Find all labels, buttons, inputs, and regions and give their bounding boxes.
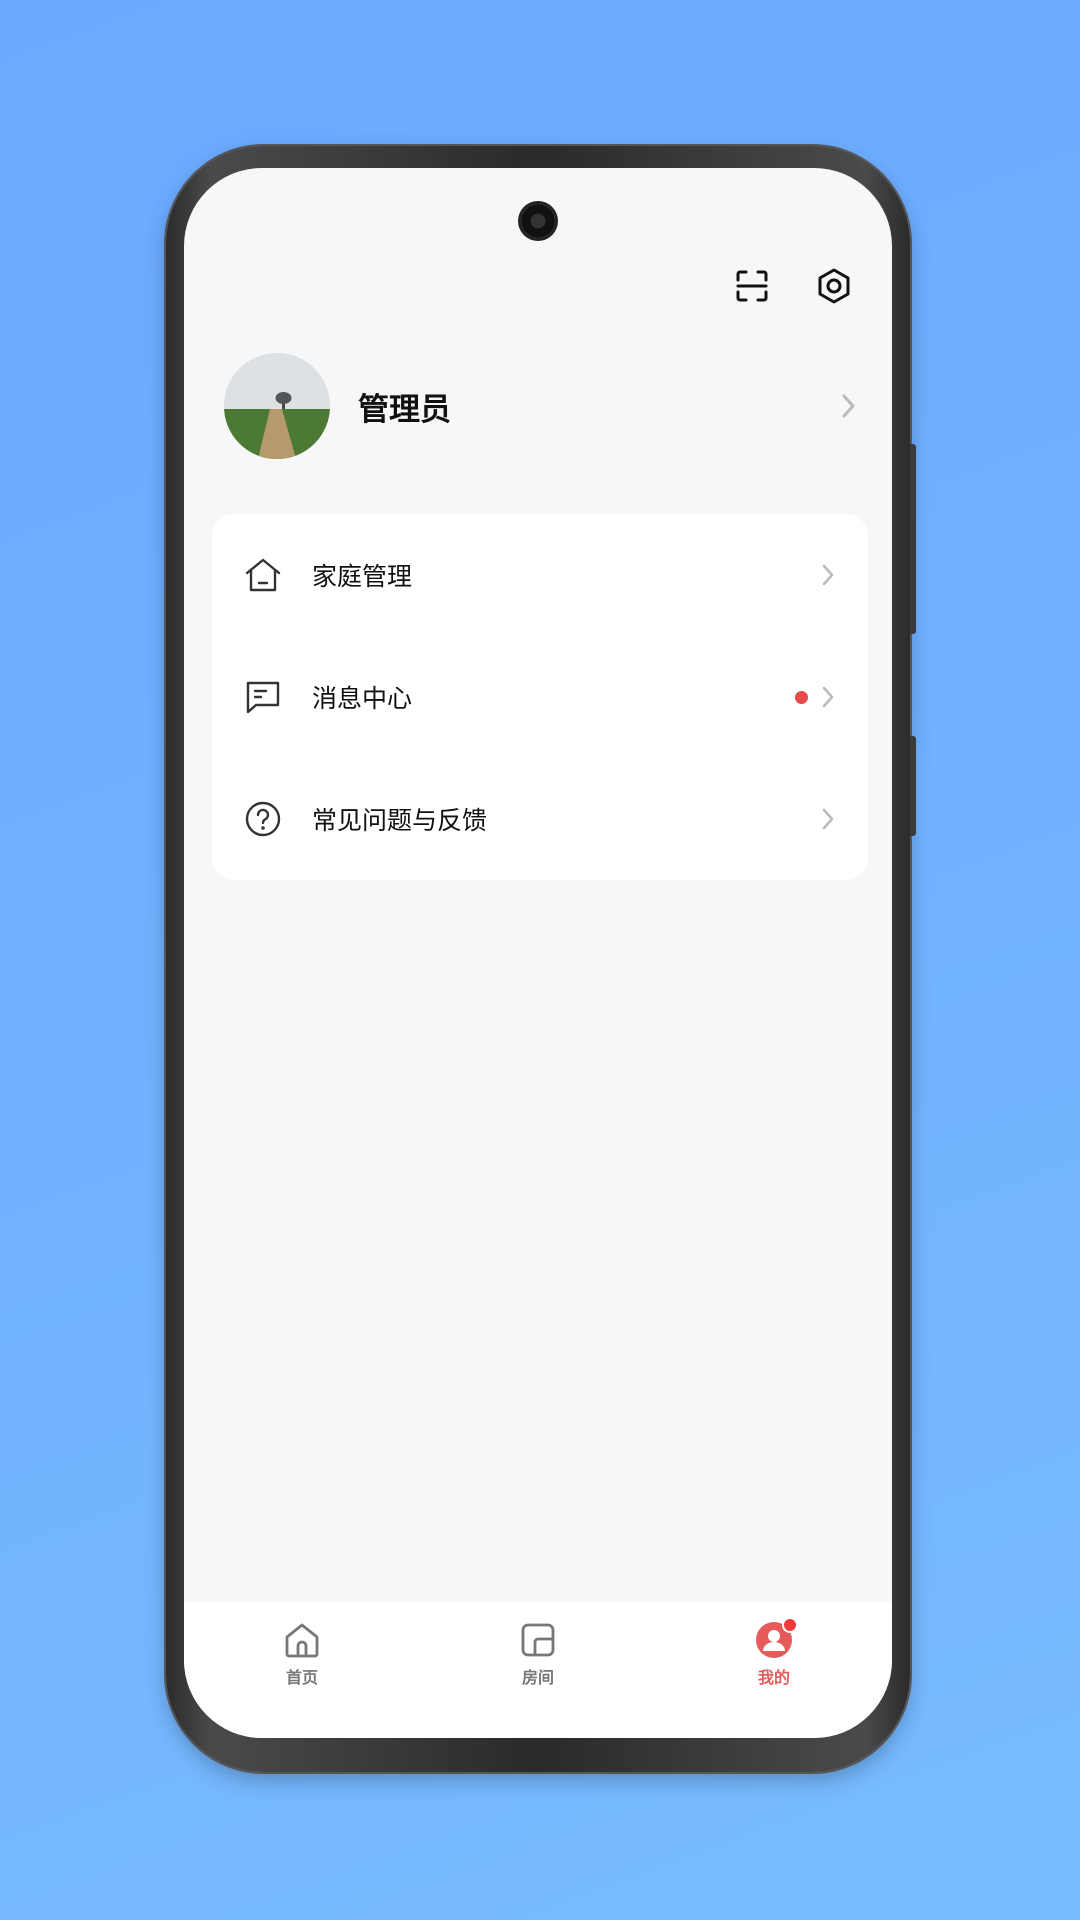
avatar[interactable] bbox=[224, 353, 330, 459]
top-actions bbox=[734, 268, 852, 304]
room-tab-icon bbox=[521, 1623, 555, 1657]
tab-badge bbox=[782, 1617, 798, 1633]
home-tab-icon bbox=[285, 1623, 319, 1658]
message-icon bbox=[246, 681, 280, 714]
phone-frame: 管理员 家庭管理 消息中心 常见问题与反馈 首页 房间 我的 bbox=[166, 146, 916, 1772]
chevron-right-icon bbox=[842, 394, 855, 418]
tab-home[interactable]: 首页 bbox=[184, 1602, 420, 1738]
profile-row[interactable]: 管理员 bbox=[224, 352, 858, 460]
scan-button[interactable] bbox=[734, 268, 770, 304]
tab-label-room: 房间 bbox=[521, 1668, 554, 1687]
bottom-tab-bar: 首页 房间 我的 bbox=[184, 1602, 892, 1738]
settings-icon bbox=[818, 268, 850, 304]
avatar-image bbox=[224, 353, 330, 459]
front-camera bbox=[521, 204, 555, 238]
chevron-right-icon bbox=[822, 686, 834, 708]
profile-name: 管理员 bbox=[358, 391, 451, 428]
volume-button bbox=[910, 736, 916, 836]
chevron-right-icon bbox=[822, 564, 834, 586]
tab-mine[interactable]: 我的 bbox=[656, 1602, 892, 1738]
scan-icon bbox=[736, 270, 768, 302]
tab-label-mine: 我的 bbox=[757, 1668, 790, 1687]
menu-item-family-management[interactable]: 家庭管理 bbox=[212, 514, 868, 636]
chevron-right-icon bbox=[822, 808, 834, 830]
menu-label-faq-feedback: 常见问题与反馈 bbox=[312, 806, 488, 835]
tab-room[interactable]: 房间 bbox=[420, 1602, 656, 1738]
power-button bbox=[910, 444, 916, 634]
tab-label-home: 首页 bbox=[285, 1668, 318, 1687]
profile-tab-icon-wrap bbox=[754, 1617, 798, 1660]
menu-item-message-center[interactable]: 消息中心 bbox=[212, 636, 868, 758]
settings-button[interactable] bbox=[816, 268, 852, 304]
home-icon bbox=[245, 558, 281, 592]
menu-label-message-center: 消息中心 bbox=[312, 684, 413, 713]
menu-item-faq-feedback[interactable]: 常见问题与反馈 bbox=[212, 758, 868, 880]
menu-card: 家庭管理 消息中心 常见问题与反馈 bbox=[212, 514, 868, 880]
screen: 管理员 家庭管理 消息中心 常见问题与反馈 首页 房间 我的 bbox=[184, 168, 892, 1738]
help-icon bbox=[245, 801, 281, 837]
menu-label-family-management: 家庭管理 bbox=[312, 562, 413, 591]
unread-badge bbox=[795, 690, 808, 704]
